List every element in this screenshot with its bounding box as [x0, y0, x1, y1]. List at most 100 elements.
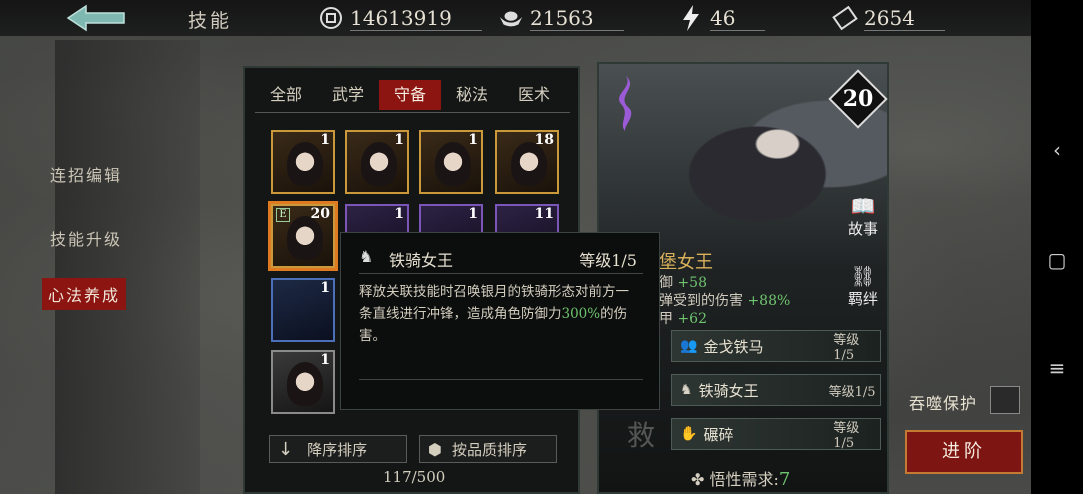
- linked-skill-name: 铁骑女王: [698, 381, 759, 400]
- tab-all[interactable]: 全部: [255, 80, 317, 110]
- skill-slot[interactable]: 1: [419, 130, 483, 194]
- energy-icon: [678, 5, 704, 31]
- resource-ticket: 2654: [832, 4, 945, 32]
- resource-ingot: 21563: [498, 4, 624, 32]
- insight-requirement: ✤ 悟性需求:7: [691, 466, 790, 490]
- slot-count: 11: [534, 206, 554, 222]
- skill-slot[interactable]: 1: [271, 350, 335, 414]
- tab-defense[interactable]: 守备: [379, 80, 441, 110]
- side-glyph: 救: [627, 419, 656, 452]
- linked-skill-name: 金戈铁马: [703, 337, 764, 356]
- linked-skill-level: 等级1/5: [833, 333, 860, 363]
- menu-item-combo-edit[interactable]: 连招编辑: [50, 162, 122, 186]
- resource-energy: 46: [678, 4, 766, 32]
- tab-medicine[interactable]: 医术: [503, 80, 565, 110]
- slot-count: 20: [310, 206, 330, 222]
- linked-skill-level: 等级1/5: [828, 384, 876, 400]
- portrait-icon: [287, 142, 323, 186]
- stat-line: 御 +58: [659, 275, 707, 291]
- advance-button[interactable]: 进阶: [905, 430, 1023, 474]
- menu-nav-icon[interactable]: ≡: [1045, 356, 1069, 380]
- slot-count: 1: [394, 132, 404, 148]
- sort-quality-label: 按品质排序: [451, 440, 527, 459]
- devour-protect-checkbox[interactable]: [990, 386, 1020, 414]
- coin-value: 14613919: [350, 6, 482, 31]
- slot-count: 1: [468, 206, 478, 222]
- bond-label: 羁绊: [847, 290, 878, 308]
- book-icon: 📖: [850, 194, 876, 218]
- slot-count: 1: [320, 352, 330, 368]
- skill-capacity: 117/500: [383, 468, 446, 486]
- sort-desc-button[interactable]: ↓ 降序排序: [269, 435, 407, 463]
- back-nav-icon[interactable]: ‹: [1045, 138, 1069, 162]
- slot-count: 1: [320, 280, 330, 296]
- insight-value: 7: [778, 469, 791, 490]
- sort-quality-button[interactable]: ⬢ 按品质排序: [419, 435, 557, 463]
- horse-icon: ♞: [359, 247, 374, 266]
- top-bar: 技能 14613919 21563 46 2654: [0, 0, 1083, 36]
- character-level: 20: [842, 86, 874, 112]
- system-nav-bar: ‹ ▢ ≡: [1031, 0, 1083, 494]
- chain-link-icon: ⛓: [850, 264, 876, 288]
- skill-tooltip: ♞ 铁骑女王 等级1/5 释放关联技能时召唤银月的铁骑形态对前方一条直线进行冲锋…: [340, 232, 660, 410]
- home-nav-icon[interactable]: ▢: [1045, 248, 1069, 272]
- linked-skill-row[interactable]: ♞ 铁骑女王 等级1/5: [671, 374, 881, 406]
- linked-skill-row[interactable]: 👥 金戈铁马 等级1/5: [671, 330, 881, 363]
- slot-count: 1: [320, 132, 330, 148]
- tab-secret[interactable]: 秘法: [441, 80, 503, 110]
- portrait-icon: [435, 142, 471, 186]
- coin-icon: [318, 5, 344, 31]
- spirit-flame-icon: [619, 76, 632, 132]
- tab-divider: [255, 112, 570, 113]
- devour-protect-label: 吞噬保护: [909, 394, 978, 413]
- cube-icon: ⬢: [428, 439, 442, 459]
- tooltip-skill-name: 铁骑女王: [389, 251, 454, 270]
- portrait-icon: [287, 216, 323, 260]
- tooltip-skill-level: 等级1/5: [579, 251, 637, 270]
- resource-coin: 14613919: [318, 4, 482, 32]
- tooltip-divider: [359, 379, 643, 380]
- skill-slot[interactable]: 1: [271, 130, 335, 194]
- story-label: 故事: [847, 220, 878, 238]
- equipped-badge: E: [276, 208, 290, 222]
- skill-slot-selected[interactable]: E 20: [271, 204, 335, 268]
- menu-item-skill-upgrade[interactable]: 技能升级: [50, 226, 122, 250]
- portrait-icon: [361, 142, 397, 186]
- page-title: 技能: [188, 10, 233, 32]
- energy-value: 46: [710, 6, 766, 31]
- tab-martial[interactable]: 武学: [317, 80, 379, 110]
- skill-slot[interactable]: 18: [495, 130, 559, 194]
- insight-label: 悟性需求:: [709, 470, 779, 489]
- horse-icon: ♞: [680, 382, 693, 398]
- left-menu: [55, 40, 200, 494]
- menu-item-mind-training[interactable]: 心法养成: [42, 278, 127, 310]
- ticket-icon: [832, 5, 858, 31]
- character-name: 堡女王: [659, 252, 713, 273]
- back-arrow-icon[interactable]: [64, 4, 130, 32]
- claw-icon: ✋: [680, 426, 698, 442]
- linked-skill-row[interactable]: ✋ 碾碎 等级1/5: [671, 418, 881, 451]
- tooltip-description: 释放关联技能时召唤银月的铁骑形态对前方一条直线进行冲锋，造成角色防御力300%的…: [359, 284, 629, 344]
- tooltip-divider: [359, 273, 643, 274]
- slot-count: 18: [534, 132, 554, 148]
- portrait-icon: [287, 362, 323, 406]
- stat-line: 甲 +62: [659, 311, 707, 327]
- sort-desc-label: 降序排序: [307, 440, 368, 459]
- ticket-value: 2654: [864, 6, 945, 31]
- slot-count: 1: [468, 132, 478, 148]
- skill-slot[interactable]: 1: [345, 130, 409, 194]
- ingot-icon: [498, 5, 524, 31]
- slot-count: 1: [394, 206, 404, 222]
- bond-link[interactable]: ⛓ 羁绊: [843, 264, 883, 309]
- stat-line: 弹受到的伤害 +88%: [659, 293, 791, 309]
- portrait-icon: [511, 142, 547, 186]
- story-link[interactable]: 📖 故事: [843, 194, 883, 239]
- linked-skill-level: 等级1/5: [833, 421, 860, 451]
- skill-slot[interactable]: 1: [271, 278, 335, 342]
- linked-skill-name: 碾碎: [703, 425, 734, 444]
- category-tabs: 全部 武学 守备 秘法 医术: [255, 80, 565, 110]
- group-icon: 👥: [680, 338, 698, 354]
- arrow-down-icon: ↓: [278, 438, 294, 460]
- lotus-icon: ✤: [691, 470, 705, 489]
- ingot-value: 21563: [530, 6, 624, 31]
